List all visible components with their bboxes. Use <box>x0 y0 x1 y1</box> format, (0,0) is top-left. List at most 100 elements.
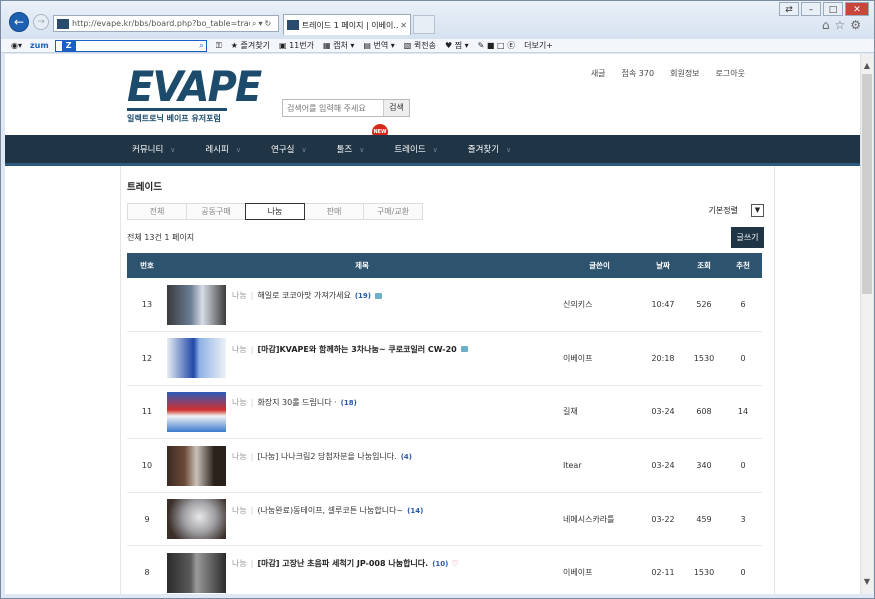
zum-search-icon[interactable]: ⌕ <box>199 41 203 51</box>
tab-sale[interactable]: 판매 <box>304 203 364 220</box>
table-row[interactable]: 10 나눔 | [나눔] 나나크림2 당첨자분을 나눔입니다. (4) Itear 03-2… <box>127 438 762 493</box>
member-info-link[interactable]: 회원정보 <box>670 68 699 79</box>
post-category[interactable]: 나눔 <box>232 398 247 407</box>
scroll-down-icon[interactable]: ▼ <box>861 576 873 588</box>
post-category[interactable]: 나눔 <box>232 506 247 515</box>
tab-all[interactable]: 전체 <box>127 203 187 220</box>
table-row[interactable]: 12 나눔 | [마감]KVAPE와 함께하는 3차나눔~ 쿠로코일러 CW-20 이베… <box>127 331 762 386</box>
new-posts-link[interactable]: 새글 <box>591 68 606 79</box>
logout-link[interactable]: 로그아웃 <box>716 68 745 79</box>
dropdown-icon[interactable]: ▾ <box>258 19 262 28</box>
post-author[interactable]: 이베이프 <box>557 331 642 386</box>
table-row[interactable]: 13 나눔 | 해일로 코코아맛 가져가세요 (19) 신의키스 10:47 526 6 <box>127 278 762 333</box>
post-thumbnail[interactable] <box>167 391 226 432</box>
key-icon[interactable]: ⚿ <box>216 41 222 51</box>
site-search-button[interactable]: 검색 <box>383 100 409 116</box>
maximize-button[interactable]: □ <box>823 2 843 16</box>
toolbar-wishlist[interactable]: ♥ 찜 ▾ <box>445 40 469 51</box>
gear-icon[interactable]: ⚙ <box>850 18 866 32</box>
post-title[interactable]: 해일로 코코아맛 가져가세요 <box>257 291 350 300</box>
post-thumbnail[interactable] <box>167 284 226 325</box>
col-no[interactable]: 번호 <box>127 253 167 278</box>
post-title[interactable]: 화장지 30롤 드립니다 · <box>257 398 336 407</box>
site-logo[interactable]: EVAPE 일렉트로닉 베이프 유저포럼 <box>127 64 262 124</box>
online-count-link[interactable]: 접속 370 <box>622 68 655 79</box>
toolbar-favorites[interactable]: ★ 즐겨찾기 <box>231 40 270 51</box>
home-icon[interactable]: ⌂ <box>822 18 835 32</box>
post-author[interactable]: 길채 <box>557 385 642 440</box>
post-category[interactable]: 나눔 <box>232 452 247 461</box>
zum-search-input[interactable]: Z ⌕ <box>54 39 207 52</box>
write-button[interactable]: 글쓰기 <box>731 227 764 248</box>
post-author[interactable]: 네메시스카라틀 <box>557 492 642 547</box>
category-tabs: 전체 공동구매 나눔 판매 구매/교환 <box>127 203 423 220</box>
refresh-icon[interactable]: ↻ <box>265 19 272 28</box>
site-search-input[interactable] <box>283 100 383 116</box>
divider: | <box>250 505 254 515</box>
post-author[interactable]: 이베이프 <box>557 545 642 594</box>
minimize-button[interactable]: – <box>801 2 821 16</box>
tab-group-buy[interactable]: 공동구매 <box>186 203 246 220</box>
toolbar-tool-icons[interactable]: ✎ ■ □ Ⓔ <box>478 40 515 51</box>
close-window-button[interactable]: ✕ <box>845 2 869 16</box>
post-date: 03-24 <box>642 385 684 440</box>
arrow-right-icon: → <box>37 17 45 27</box>
close-tab-icon[interactable]: ✕ <box>400 21 407 30</box>
tab-giveaway[interactable]: 나눔 <box>245 203 305 220</box>
post-subject-cell: 나눔 | 화장지 30롤 드립니다 · (18) <box>167 385 557 440</box>
table-row[interactable]: 8 나눔 | [마감] 고장난 초음파 세척기 JP-008 나눔합니다. (10) ♡ 이… <box>127 545 762 594</box>
sort-select[interactable]: 기본정렬 ▼ <box>709 204 764 217</box>
address-bar[interactable]: http://evape.kr/bbs/board.php?bo_table=t… <box>53 15 279 32</box>
vertical-scrollbar[interactable]: ▲ ▼ <box>860 54 873 594</box>
post-author[interactable]: 신의키스 <box>557 278 642 333</box>
post-thumbnail[interactable] <box>167 338 226 379</box>
col-views[interactable]: 조회 <box>684 253 724 278</box>
post-category[interactable]: 나눔 <box>232 559 247 568</box>
nav-recipe[interactable]: 레시피 ∨ <box>205 143 241 155</box>
toolbar-capture[interactable]: ▦ 캡처 ▾ <box>323 40 354 51</box>
nav-tools[interactable]: 툴즈 ∨ <box>337 143 365 155</box>
tab-buy-exchange[interactable]: 구매/교환 <box>363 203 423 220</box>
toolbar-translate[interactable]: ▤ 번역 ▾ <box>363 40 394 51</box>
nav-favorites[interactable]: 즐겨찾기 ∨ <box>468 143 511 155</box>
post-views: 340 <box>684 438 724 493</box>
post-date: 03-24 <box>642 438 684 493</box>
zum-logo[interactable]: zum <box>30 41 49 50</box>
post-thumbnail[interactable] <box>167 552 226 593</box>
table-row[interactable]: 9 나눔 | (나눔완료)동테이프, 셀루코튼 나눔합니다~ (14) 네메시스카라틀 03… <box>127 492 762 547</box>
nav-community[interactable]: 커뮤니티 ∨ <box>132 143 175 155</box>
divider: | <box>250 559 254 569</box>
toolbar-11st[interactable]: ▣ 11번가 <box>279 40 314 51</box>
nav-lab[interactable]: 연구실 ∨ <box>271 143 307 155</box>
forward-button[interactable]: → <box>33 14 49 30</box>
post-category[interactable]: 나눔 <box>232 291 247 300</box>
nav-trade[interactable]: 트레이드 ∨ <box>394 143 437 155</box>
table-row[interactable]: 11 나눔 | 화장지 30롤 드립니다 · (18) 길채 03-24 608 14 <box>127 385 762 440</box>
browser-tab[interactable]: 트레이드 1 페이지 | 이베이... ✕ <box>283 14 411 35</box>
restore-icon[interactable]: ⇄ <box>779 2 799 16</box>
post-title[interactable]: [마감] 고장난 초음파 세척기 JP-008 나눔합니다. <box>257 559 428 568</box>
scroll-up-icon[interactable]: ▲ <box>861 60 873 72</box>
favorites-star-icon[interactable]: ☆ <box>834 18 850 32</box>
chevron-down-icon[interactable]: ▼ <box>751 204 764 217</box>
new-tab-button[interactable] <box>413 15 435 34</box>
divider: | <box>250 452 254 462</box>
post-thumbnail[interactable] <box>167 499 226 540</box>
back-button[interactable]: ← <box>9 12 29 32</box>
col-rec[interactable]: 추천 <box>724 253 762 278</box>
toolbar-more[interactable]: 더보기+ <box>524 40 553 51</box>
post-category[interactable]: 나눔 <box>232 345 247 354</box>
post-recommend: 14 <box>724 385 762 440</box>
scroll-thumb[interactable] <box>862 74 872 294</box>
divider: | <box>250 344 254 354</box>
toolbar-menu-icon[interactable]: ◉▾ <box>11 41 22 50</box>
search-icon[interactable]: ⌕ <box>252 19 256 29</box>
post-title[interactable]: [나눔] 나나크림2 당첨자분을 나눔입니다. <box>257 452 396 461</box>
col-date[interactable]: 날짜 <box>642 253 684 278</box>
post-author[interactable]: Itear <box>557 438 642 493</box>
toolbar-quicksend[interactable]: ▧ 퀵전송 <box>404 40 436 51</box>
post-title[interactable]: [마감]KVAPE와 함께하는 3차나눔~ 쿠로코일러 CW-20 <box>257 345 456 354</box>
browser-titlebar: ← → http://evape.kr/bbs/board.php?bo_tab… <box>1 1 874 39</box>
post-title[interactable]: (나눔완료)동테이프, 셀루코튼 나눔합니다~ <box>257 506 403 515</box>
post-thumbnail[interactable] <box>167 445 226 486</box>
